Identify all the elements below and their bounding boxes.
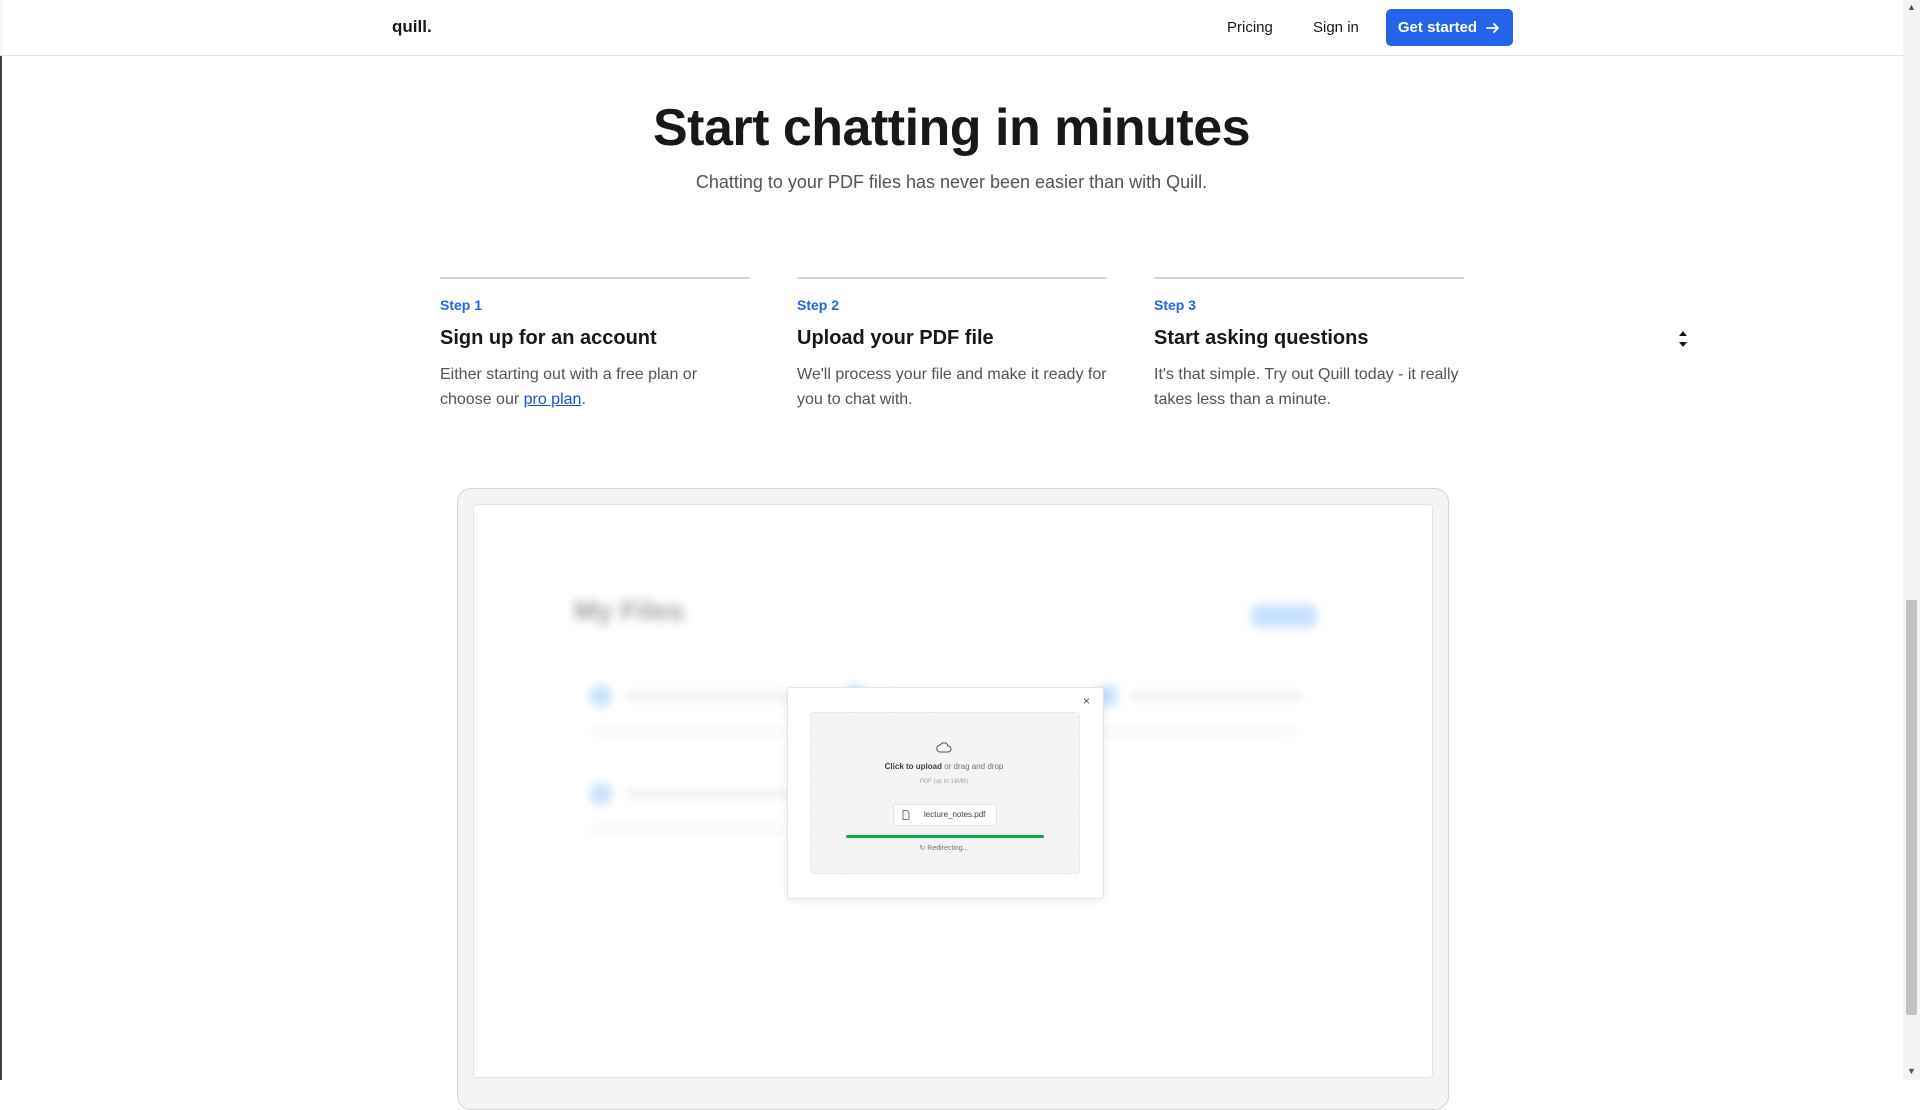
- arrow-right-icon: [1486, 22, 1499, 33]
- dropzone-hint: PDF (up to 16MB): [919, 779, 969, 785]
- logo[interactable]: quill.: [392, 17, 432, 37]
- nav-pricing-link[interactable]: Pricing: [1227, 19, 1273, 36]
- uploaded-file-chip: lecture_notes.pdf: [893, 804, 997, 826]
- step-description: Either starting out with a free plan or …: [440, 366, 698, 408]
- step-2: Step 2 Upload your PDF file We'll proces…: [797, 277, 1107, 412]
- upload-button-placeholder: [1252, 605, 1316, 627]
- pro-plan-link[interactable]: pro plan: [524, 391, 582, 408]
- step-1: Step 1 Sign up for an account Either sta…: [440, 277, 750, 412]
- scroll-up-arrow-icon[interactable]: ▲: [1907, 2, 1916, 12]
- upload-progress-fill: [846, 835, 1044, 838]
- vertical-scrollbar[interactable]: ▲ ▼: [1903, 0, 1920, 1080]
- scroll-down-arrow-icon[interactable]: ▼: [1907, 1066, 1916, 1076]
- get-started-label: Get started: [1397, 19, 1478, 36]
- nav-sign-in-link[interactable]: Sign in: [1313, 19, 1359, 36]
- step-title: Start asking questions: [1154, 327, 1369, 349]
- dashboard-title: My Files: [574, 595, 685, 626]
- step-title: Upload your PDF file: [797, 327, 994, 349]
- step-description: It's that simple. Try out Quill today - …: [1154, 366, 1459, 408]
- step-label: Step 2: [797, 297, 840, 313]
- file-name: lecture_notes.pdf: [924, 810, 986, 819]
- step-description: We'll process your file and make it read…: [797, 366, 1107, 408]
- step-label: Step 3: [1154, 297, 1197, 313]
- scrollbar-thumb[interactable]: [1906, 600, 1917, 1015]
- step-title: Sign up for an account: [440, 327, 657, 349]
- step-3: Step 3 Start asking questions It's that …: [1154, 277, 1464, 412]
- top-nav: quill. Pricing Sign in Get started: [0, 0, 1903, 56]
- redirect-status: ↻ Redirecting...: [919, 845, 969, 852]
- get-started-button[interactable]: Get started: [1386, 9, 1513, 46]
- dropzone-instruction: Click to upload or drag and drop: [884, 762, 1004, 771]
- window-edge: [0, 0, 2, 1080]
- spinner-icon: ↻: [919, 845, 926, 852]
- upload-progress-bar: [846, 835, 1044, 838]
- step-label: Step 1: [440, 297, 483, 313]
- cloud-icon: [936, 742, 952, 753]
- page-subtitle: Chatting to your PDF files has never bee…: [695, 172, 1208, 192]
- file-icon: [902, 810, 910, 820]
- page-title: Start chatting in minutes: [652, 99, 1251, 157]
- dialog-close-button[interactable]: ×: [1083, 694, 1090, 708]
- file-card: [1096, 685, 1336, 755]
- resize-cursor-icon: [1679, 331, 1687, 347]
